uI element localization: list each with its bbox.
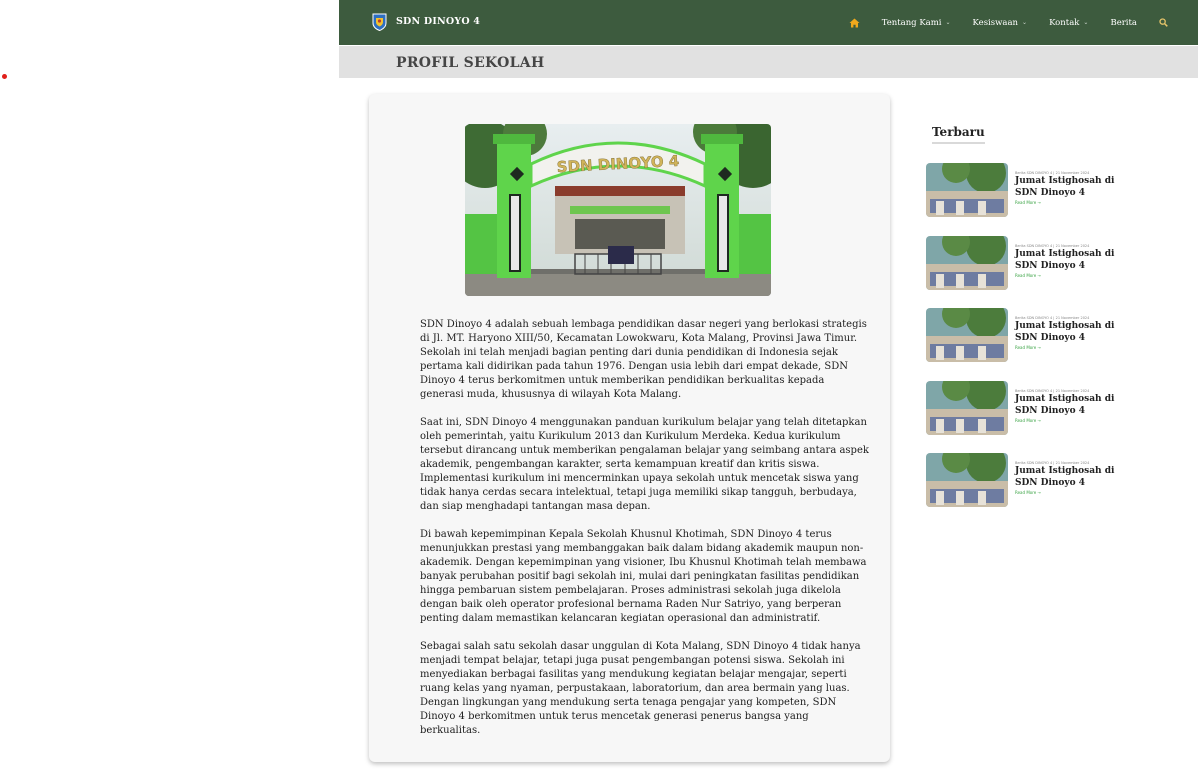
post-thumbnail[interactable]: [926, 453, 1008, 507]
post-meta: Berita SDN DINOYO 4 | 21 November 2024: [1015, 244, 1090, 248]
post-thumbnail[interactable]: [926, 236, 1008, 290]
nav-tentang-kami[interactable]: Tentang Kami ⌄: [882, 18, 951, 28]
nav-label: Kesiswaan: [972, 17, 1019, 28]
latest-post-item[interactable]: Berita SDN DINOYO 4 | 21 November 2024 J…: [926, 381, 1166, 435]
nav-kesiswaan[interactable]: Kesiswaan ⌄: [973, 18, 1028, 28]
post-title[interactable]: Jumat Istighosah di SDN Dinoyo 4: [1015, 176, 1135, 199]
post-thumbnail[interactable]: [926, 381, 1008, 435]
post-title[interactable]: Jumat Istighosah di SDN Dinoyo 4: [1015, 466, 1135, 489]
latest-post-item[interactable]: Berita SDN DINOYO 4 | 21 November 2024 J…: [926, 453, 1166, 507]
sidebar-title: Terbaru: [932, 125, 985, 144]
article-paragraph: Di bawah kepemimpinan Kepala Sekolah Khu…: [420, 529, 867, 624]
latest-post-item[interactable]: Berita SDN DINOYO 4 | 21 November 2024 J…: [926, 236, 1166, 290]
article-paragraph: Saat ini, SDN Dinoyo 4 menggunakan pandu…: [420, 417, 869, 512]
chevron-down-icon: ⌄: [1083, 19, 1089, 26]
read-more-link[interactable]: Read More →: [1015, 200, 1041, 205]
article-paragraph: Sebagai salah satu sekolah dasar unggula…: [420, 641, 861, 736]
nav-kontak[interactable]: Kontak ⌄: [1049, 18, 1088, 28]
read-more-link[interactable]: Read More →: [1015, 273, 1041, 278]
post-title[interactable]: Jumat Istighosah di SDN Dinoyo 4: [1015, 321, 1135, 344]
home-icon[interactable]: [849, 18, 860, 28]
latest-post-item[interactable]: Berita SDN DINOYO 4 | 21 November 2024 J…: [926, 163, 1166, 217]
article-body: SDN Dinoyo 4 adalah sebuah lembaga pendi…: [420, 318, 870, 752]
nav-label: Tentang Kami: [881, 17, 942, 28]
page-title: PROFIL SEKOLAH: [396, 55, 545, 71]
brand-name[interactable]: SDN DINOYO 4: [396, 16, 480, 27]
page: SDN DINOYO 4 Tentang Kami ⌄ Kesiswaan ⌄ …: [339, 0, 1198, 783]
post-thumbnail[interactable]: [926, 308, 1008, 362]
search-icon[interactable]: [1159, 18, 1168, 27]
read-more-link[interactable]: Read More →: [1015, 418, 1041, 423]
post-thumbnail[interactable]: [926, 163, 1008, 217]
post-meta: Berita SDN DINOYO 4 | 21 November 2024: [1015, 171, 1090, 175]
page-header-band: PROFIL SEKOLAH: [339, 46, 1198, 78]
read-more-link[interactable]: Read More →: [1015, 345, 1041, 350]
article-paragraph: SDN Dinoyo 4 adalah sebuah lembaga pendi…: [420, 319, 867, 400]
post-title[interactable]: Jumat Istighosah di SDN Dinoyo 4: [1015, 249, 1135, 272]
article-card: SDN DINOYO 4 SDN Dinoyo 4 adalah sebuah …: [369, 94, 890, 762]
post-title[interactable]: Jumat Istighosah di SDN Dinoyo 4: [1015, 394, 1135, 417]
nav-berita[interactable]: Berita: [1110, 18, 1137, 28]
latest-post-item[interactable]: Berita SDN DINOYO 4 | 21 November 2024 J…: [926, 308, 1166, 362]
school-logo-icon[interactable]: [372, 13, 387, 31]
cursor-dot: [2, 74, 7, 79]
main-menu: Tentang Kami ⌄ Kesiswaan ⌄ Kontak ⌄ Beri…: [849, 0, 1168, 45]
chevron-down-icon: ⌄: [945, 19, 951, 26]
navbar: SDN DINOYO 4 Tentang Kami ⌄ Kesiswaan ⌄ …: [339, 0, 1198, 45]
school-gate-photo: SDN DINOYO 4: [465, 124, 771, 296]
nav-label: Kontak: [1049, 17, 1080, 28]
post-meta: Berita SDN DINOYO 4 | 21 November 2024: [1015, 461, 1090, 465]
nav-label: Berita: [1110, 17, 1137, 28]
post-meta: Berita SDN DINOYO 4 | 21 November 2024: [1015, 316, 1090, 320]
post-meta: Berita SDN DINOYO 4 | 21 November 2024: [1015, 389, 1090, 393]
read-more-link[interactable]: Read More →: [1015, 490, 1041, 495]
chevron-down-icon: ⌄: [1022, 19, 1028, 26]
